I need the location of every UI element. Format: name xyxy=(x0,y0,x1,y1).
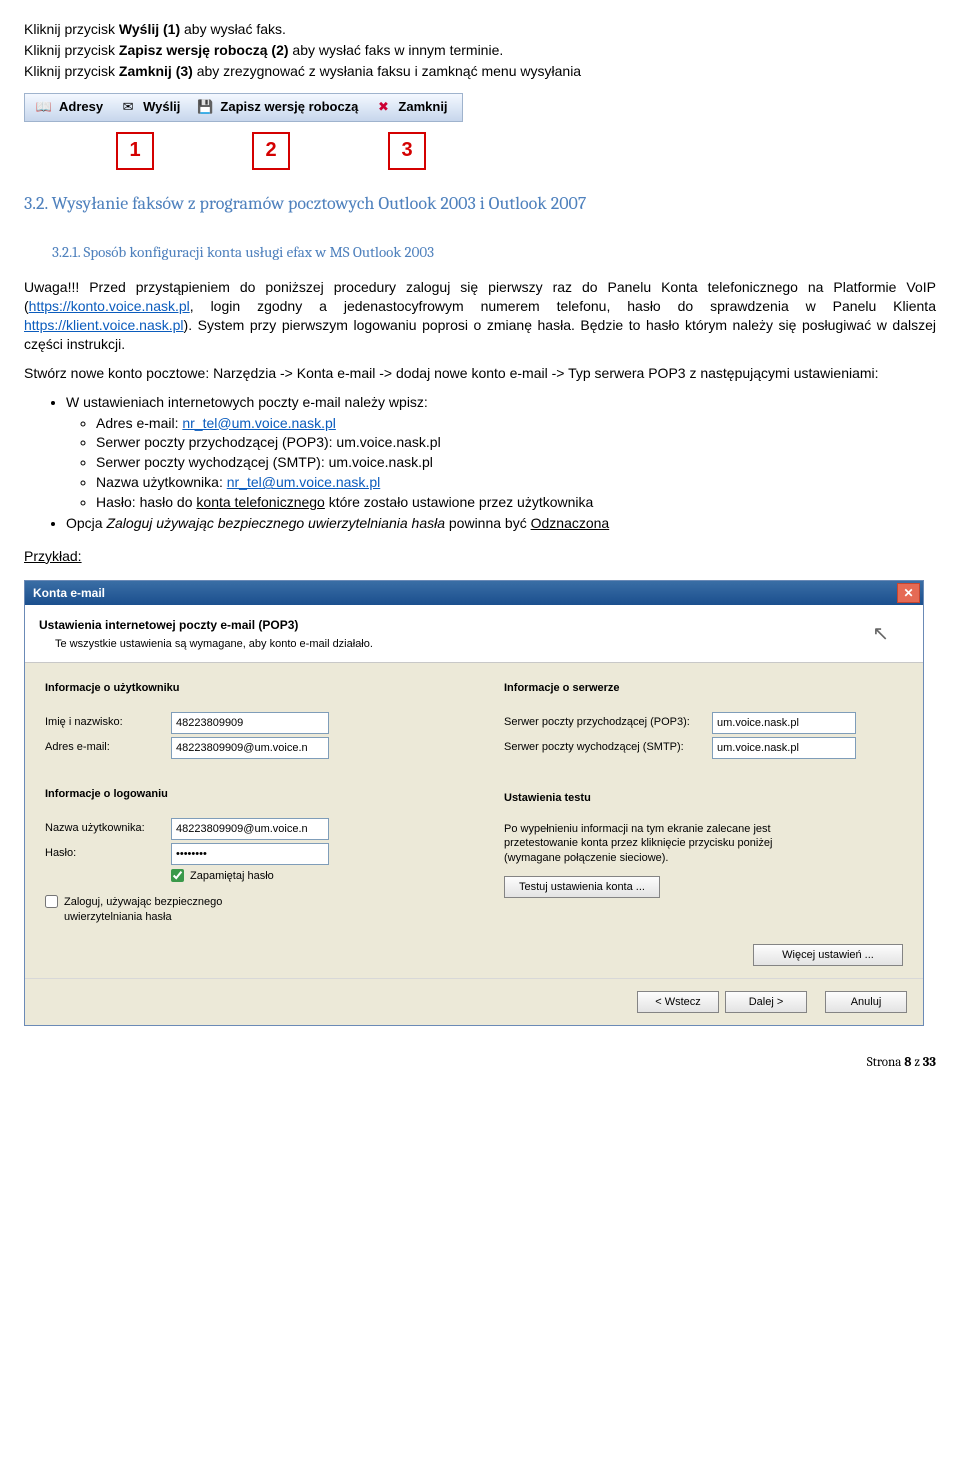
list-item: Nazwa użytkownika: nr_tel@um.voice.nask.… xyxy=(96,473,936,492)
toolbar-btn-adresy[interactable]: Adresy xyxy=(29,96,113,118)
dialog-nav-row: < Wstecz Dalej > Anuluj xyxy=(25,978,923,1025)
input-email[interactable] xyxy=(171,737,329,759)
dialog-close-button[interactable]: ✕ xyxy=(897,583,920,603)
checkbox-remember-label: Zapamiętaj hasło xyxy=(190,869,274,884)
checkbox-secure-box[interactable] xyxy=(45,895,58,908)
intro-line-1: Kliknij przycisk Wyślij (1) aby wysłać f… xyxy=(24,20,936,39)
link-klient[interactable]: https://klient.voice.nask.pl xyxy=(24,317,184,333)
toolbar-label: Adresy xyxy=(59,98,103,116)
toolbar-btn-wyslij[interactable]: Wyślij xyxy=(113,96,190,118)
send-icon xyxy=(119,98,137,116)
list-item: Serwer poczty wychodzącej (SMTP): um.voi… xyxy=(96,453,936,472)
close-icon xyxy=(374,98,392,116)
btn-cancel[interactable]: Anuluj xyxy=(825,991,907,1013)
group-title-user: Informacje o użytkowniku xyxy=(45,681,444,696)
settings-list: W ustawieniach internetowych poczty e-ma… xyxy=(66,393,936,533)
callout-1: 1 xyxy=(116,132,154,170)
dialog-title-text: Konta e-mail xyxy=(33,585,105,601)
toolbar-label: Wyślij xyxy=(143,98,180,116)
label-email: Adres e-mail: xyxy=(45,740,171,755)
dialog-titlebar: Konta e-mail ✕ xyxy=(25,581,923,605)
label-pop3: Serwer poczty przychodzącej (POP3): xyxy=(504,715,712,730)
intro-lines: Kliknij przycisk Wyślij (1) aby wysłać f… xyxy=(24,20,936,81)
btn-next[interactable]: Dalej > xyxy=(725,991,807,1013)
link-konto[interactable]: https://konto.voice.nask.pl xyxy=(29,298,190,314)
btn-more-settings[interactable]: Więcej ustawień ... xyxy=(753,944,903,966)
check-secureauth[interactable]: Zaloguj, używając bezpiecznego uwierzyte… xyxy=(45,895,444,925)
dialog-header-main: Ustawienia internetowej poczty e-mail (P… xyxy=(39,617,909,633)
col-right: Informacje o serwerze Serwer poczty przy… xyxy=(504,681,903,966)
example-label: Przykład: xyxy=(24,547,936,566)
callout-3: 3 xyxy=(388,132,426,170)
callout-2: 2 xyxy=(252,132,290,170)
save-icon xyxy=(196,98,214,116)
para-stworz: Stwórz nowe konto pocztowe: Narzędzia ->… xyxy=(24,364,936,383)
para-uwaga: Uwaga!!! Przed przystąpieniem do poniższ… xyxy=(24,278,936,354)
oe-toolbar: Adresy Wyślij Zapisz wersję roboczą Zamk… xyxy=(24,93,463,122)
label-pass: Hasło: xyxy=(45,846,171,861)
toolbar-label: Zamknij xyxy=(398,98,447,116)
toolbar-btn-zamknij[interactable]: Zamknij xyxy=(368,96,457,118)
group-title-login: Informacje o logowaniu xyxy=(45,787,444,802)
list-item: Adres e-mail: nr_tel@um.voice.nask.pl xyxy=(96,414,936,433)
intro-line-2: Kliknij przycisk Zapisz wersję roboczą (… xyxy=(24,41,936,60)
check-remember[interactable]: Zapamiętaj hasło xyxy=(171,869,444,884)
accounts-dialog: Konta e-mail ✕ Ustawienia internetowej p… xyxy=(24,580,924,1026)
label-user: Nazwa użytkownika: xyxy=(45,821,171,836)
checkbox-secure-label: Zaloguj, używając bezpiecznego uwierzyte… xyxy=(64,895,222,925)
link-email2[interactable]: nr_tel@um.voice.nask.pl xyxy=(227,474,381,490)
list-item: W ustawieniach internetowych poczty e-ma… xyxy=(66,393,936,512)
checkbox-remember-box[interactable] xyxy=(171,869,184,882)
toolbar-btn-zapisz[interactable]: Zapisz wersję roboczą xyxy=(190,96,368,118)
input-pass[interactable] xyxy=(171,843,329,865)
list-item: Serwer poczty przychodzącej (POP3): um.v… xyxy=(96,433,936,452)
input-user[interactable] xyxy=(171,818,329,840)
input-smtp[interactable] xyxy=(712,737,856,759)
address-book-icon xyxy=(35,98,53,116)
label-smtp: Serwer poczty wychodzącej (SMTP): xyxy=(504,740,712,755)
list-item: Opcja Zaloguj używając bezpiecznego uwie… xyxy=(66,514,936,533)
dialog-header: Ustawienia internetowej poczty e-mail (P… xyxy=(25,605,923,663)
label-name: Imię i nazwisko: xyxy=(45,715,171,730)
group-title-server: Informacje o serwerze xyxy=(504,681,903,696)
input-pop3[interactable] xyxy=(712,712,856,734)
toolbar-label: Zapisz wersję roboczą xyxy=(220,98,358,116)
btn-back[interactable]: < Wstecz xyxy=(637,991,719,1013)
btn-test-settings[interactable]: Testuj ustawienia konta ... xyxy=(504,876,660,898)
intro-line-3: Kliknij przycisk Zamknij (3) aby zrezygn… xyxy=(24,62,936,81)
input-name[interactable] xyxy=(171,712,329,734)
callout-row: 1 2 3 xyxy=(70,132,936,170)
heading-3-2-1: 3.2.1. Sposób konfiguracji konta usługi … xyxy=(52,242,936,262)
col-left: Informacje o użytkowniku Imię i nazwisko… xyxy=(45,681,444,966)
close-icon: ✕ xyxy=(903,585,913,601)
dialog-header-sub: Te wszystkie ustawienia są wymagane, aby… xyxy=(55,637,909,652)
link-email1[interactable]: nr_tel@um.voice.nask.pl xyxy=(182,415,336,431)
group-title-test: Ustawienia testu xyxy=(504,791,903,806)
dialog-body: Informacje o użytkowniku Imię i nazwisko… xyxy=(25,663,923,978)
page-footer: Strona 8 z 33 xyxy=(24,1054,936,1072)
test-desc: Po wypełnieniu informacji na tym ekranie… xyxy=(504,822,804,867)
list-item: Hasło: hasło do konta telefonicznego któ… xyxy=(96,493,936,512)
heading-3-2: 3.2. Wysyłanie faksów z programów poczto… xyxy=(24,192,936,216)
cursor-icon: ↖ xyxy=(872,621,889,648)
